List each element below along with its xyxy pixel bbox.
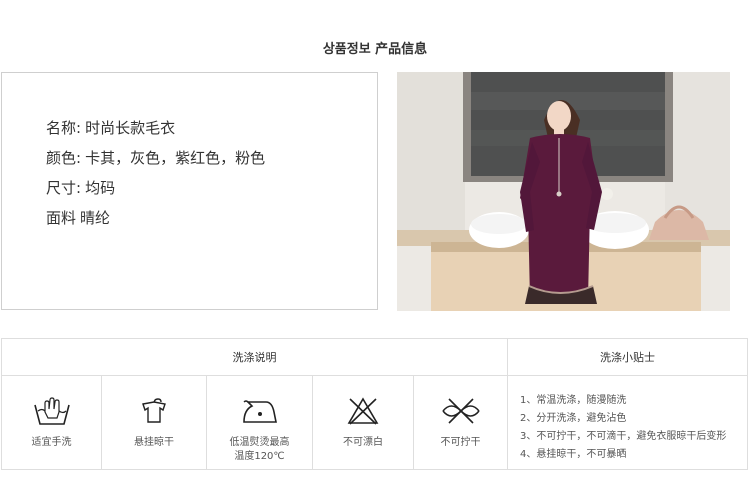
care-item-label: 不可漂白 xyxy=(343,437,383,448)
info-row-name: 名称: 时尚长款毛衣 xyxy=(46,117,175,138)
care-item-no-bleach: 不可漂白 xyxy=(313,376,414,469)
care-item-label: 不可拧干 xyxy=(440,437,481,448)
care-item-hang-dry: 悬挂晾干 xyxy=(102,376,207,469)
info-value: 卡其，灰色，紫红色，粉色 xyxy=(85,149,266,167)
care-tips-list: 1、常温洗涤，随漫随洗 2、分开洗涤，避免沾色 3、不可拧干，不可滴干，避免衣服… xyxy=(520,392,726,464)
info-value: 均码 xyxy=(85,179,116,197)
info-key: 颜色: xyxy=(46,149,82,167)
care-item-hand-wash: 适宜手洗 xyxy=(2,376,102,469)
info-value: 时尚长款毛衣 xyxy=(85,119,176,137)
care-item-iron-low: 低温熨烫最高 温度120℃ xyxy=(207,376,313,469)
info-key: 尺寸: xyxy=(46,179,82,197)
info-row-size: 尺寸: 均码 xyxy=(46,177,115,198)
care-item-label: 悬挂晾干 xyxy=(134,437,174,448)
care-item-label: 低温熨烫最高 温度120℃ xyxy=(229,437,290,462)
model-photo-illustration xyxy=(397,72,730,311)
product-photo xyxy=(397,72,730,311)
care-instructions-title: 洗涤说明 xyxy=(2,339,508,376)
iron-low-icon xyxy=(242,400,277,423)
hand-wash-icon xyxy=(33,397,70,425)
hang-dry-icon xyxy=(142,398,166,423)
info-row-color: 颜色: 卡其，灰色，紫红色，粉色 xyxy=(46,147,265,168)
info-value: 晴纶 xyxy=(80,209,111,227)
info-row-fabric: 面料 晴纶 xyxy=(46,207,110,228)
care-instructions-table: 洗涤说明 洗涤小贴士 适宜手洗 悬挂晾干 低温熨烫最高温度120℃ 不可漂白 xyxy=(1,338,748,470)
care-tip: 2、分开洗涤，避免沾色 xyxy=(520,413,627,424)
no-bleach-icon xyxy=(347,397,379,425)
care-item-no-wring: 不可拧干 xyxy=(414,376,508,469)
care-tip: 1、常温洗涤，随漫随洗 xyxy=(520,395,627,406)
no-wring-icon xyxy=(441,398,480,424)
info-key: 面料 xyxy=(46,209,77,227)
product-info-panel: 名称: 时尚长款毛衣 颜色: 卡其，灰色，紫红色，粉色 尺寸: 均码 面料 晴纶 xyxy=(1,72,378,310)
care-item-label: 适宜手洗 xyxy=(31,437,72,448)
care-tips-title: 洗涤小贴士 xyxy=(508,339,747,376)
care-tip: 4、悬挂晾干，不可暴晒 xyxy=(520,449,627,460)
section-title: 상품정보 产品信息 xyxy=(322,42,428,57)
care-tip: 3、不可拧干，不可滴干，避免衣服晾干后变形 xyxy=(520,431,727,442)
info-key: 名称: xyxy=(46,119,82,137)
